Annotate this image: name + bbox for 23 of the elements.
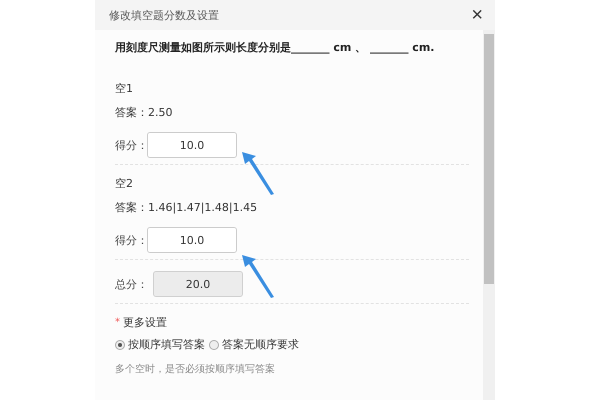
blank-title: 空1	[115, 81, 134, 96]
scrollbar[interactable]	[483, 30, 495, 400]
dialog-title: 修改填空题分数及设置	[109, 8, 219, 22]
radio-button[interactable]	[209, 340, 219, 350]
radio-option[interactable]: 答案无顺序要求	[209, 337, 299, 352]
answer-text: 答案：1.46|1.47|1.48|1.45	[115, 200, 258, 215]
close-button[interactable]: ×	[471, 5, 483, 25]
required-mark: *	[115, 317, 120, 328]
radio-button[interactable]	[115, 340, 125, 350]
settings-label: 更多设置	[123, 315, 167, 330]
question-text: 用刻度尺测量如图所示则长度分别是_______ cm 、 _______ cm.	[115, 40, 436, 55]
score-label: 得分：	[115, 232, 147, 248]
score-label: 得分：	[115, 138, 147, 152]
total-label: 总分：	[115, 276, 147, 292]
total-field[interactable]: 20.0	[153, 271, 243, 297]
arrow-icon	[240, 253, 276, 299]
answer-text: 答案：2.50	[115, 105, 174, 120]
blank-title: 空2	[115, 176, 134, 191]
radio-option[interactable]: 按顺序填写答案	[115, 337, 205, 352]
score-field[interactable]: 10.0	[147, 227, 237, 253]
score-field[interactable]: 10.0	[147, 132, 237, 158]
arrow-icon	[240, 150, 276, 196]
hint-text: 多个空时，是否必须按顺序填写答案	[115, 362, 276, 376]
